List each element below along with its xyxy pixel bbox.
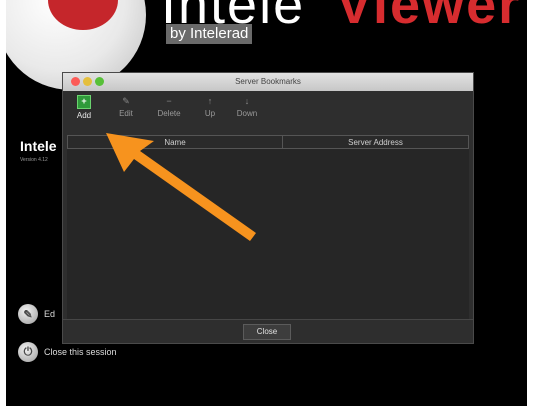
bookmarks-table-body[interactable] [67, 149, 469, 319]
add-label: Add [76, 111, 92, 120]
brand-wordmark-viewer: Viewer [336, 0, 522, 35]
column-header-server-address[interactable]: Server Address [283, 136, 468, 148]
version-text: Version 4.12 [20, 157, 48, 163]
pencil-icon: ✎ [18, 304, 38, 324]
edit-action[interactable]: ✎ Ed [18, 304, 55, 324]
delete-label: Delete [157, 109, 181, 118]
bookmarks-table-header: Name Server Address [67, 135, 469, 149]
delete-button[interactable]: − Delete [151, 95, 187, 118]
dialog-title: Server Bookmarks [235, 77, 301, 86]
close-window-icon[interactable] [71, 77, 80, 86]
plus-icon: + [77, 95, 91, 109]
edit-icon: ✎ [122, 96, 130, 106]
minimize-window-icon[interactable] [83, 77, 92, 86]
product-title: Intele [20, 138, 57, 154]
bookmarks-toolbar: + Add ✎ Edit − Delete ↑ Up ↓ Down [63, 91, 473, 129]
minus-icon: − [166, 96, 172, 106]
footer-divider [63, 319, 473, 320]
close-session-action[interactable]: ⏻ Close this session [18, 342, 117, 362]
down-button[interactable]: ↓ Down [229, 95, 265, 118]
dialog-titlebar: Server Bookmarks [63, 73, 473, 91]
power-icon: ⏻ [18, 342, 38, 362]
add-button[interactable]: + Add [69, 95, 99, 120]
up-label: Up [204, 109, 216, 118]
server-bookmarks-dialog: Server Bookmarks + Add ✎ Edit − Delete ↑… [62, 72, 474, 344]
arrow-down-icon: ↓ [244, 96, 250, 106]
zoom-window-icon[interactable] [95, 77, 104, 86]
close-session-label: Close this session [44, 347, 117, 357]
edit-action-label: Ed [44, 309, 56, 319]
column-header-name[interactable]: Name [68, 136, 283, 148]
edit-button[interactable]: ✎ Edit [111, 95, 141, 118]
brand-byline: by Intelerad [166, 24, 253, 44]
arrow-up-icon: ↑ [207, 96, 213, 106]
up-button[interactable]: ↑ Up [195, 95, 225, 118]
close-button[interactable]: Close [243, 324, 291, 340]
edit-label: Edit [119, 109, 133, 118]
down-label: Down [236, 109, 258, 118]
